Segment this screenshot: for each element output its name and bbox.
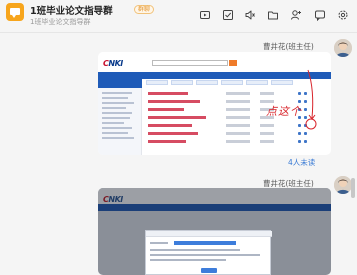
message-sender-name: 曹井花(班主任) [263, 42, 314, 51]
dialog-button [201, 268, 217, 273]
task-check-icon[interactable] [222, 9, 234, 21]
dialog-line [150, 242, 168, 244]
screenshot-image-message[interactable]: CNKI 点这个 [98, 52, 331, 155]
group-tag-badge: 群聊 [134, 5, 155, 14]
group-avatar-icon[interactable] [6, 3, 24, 21]
annotation-arrow-icon [305, 69, 317, 130]
unread-count[interactable]: 4人未读 [288, 157, 315, 168]
scrollbar-thumb[interactable] [351, 178, 355, 198]
dialog-line [150, 249, 240, 251]
sender-avatar[interactable] [334, 39, 352, 57]
dialog-highlight [174, 241, 236, 245]
settings-icon[interactable] [337, 9, 349, 21]
dialog-line [150, 259, 226, 261]
video-icon[interactable] [199, 9, 211, 21]
download-dialog [145, 230, 272, 275]
folder-icon[interactable] [267, 9, 279, 21]
group-subtitle: 1班毕业论文指导群 [30, 18, 91, 26]
cnki-logo: CNKI [103, 195, 123, 204]
chat-header: 1班毕业论文指导群 群聊 1班毕业论文指导群 [0, 0, 357, 33]
screenshot-image-message[interactable]: CNKI [98, 188, 331, 275]
message-icon[interactable] [314, 9, 326, 21]
dialog-line [150, 254, 260, 256]
dialog-header [146, 231, 272, 237]
cnki-nav-bar-dimmed [98, 204, 331, 211]
cnki-header-dimmed: CNKI [98, 188, 331, 204]
sender-avatar[interactable] [334, 176, 352, 194]
add-member-icon[interactable] [290, 9, 302, 21]
group-title[interactable]: 1班毕业论文指导群 [30, 3, 113, 17]
mute-icon[interactable] [244, 9, 256, 21]
